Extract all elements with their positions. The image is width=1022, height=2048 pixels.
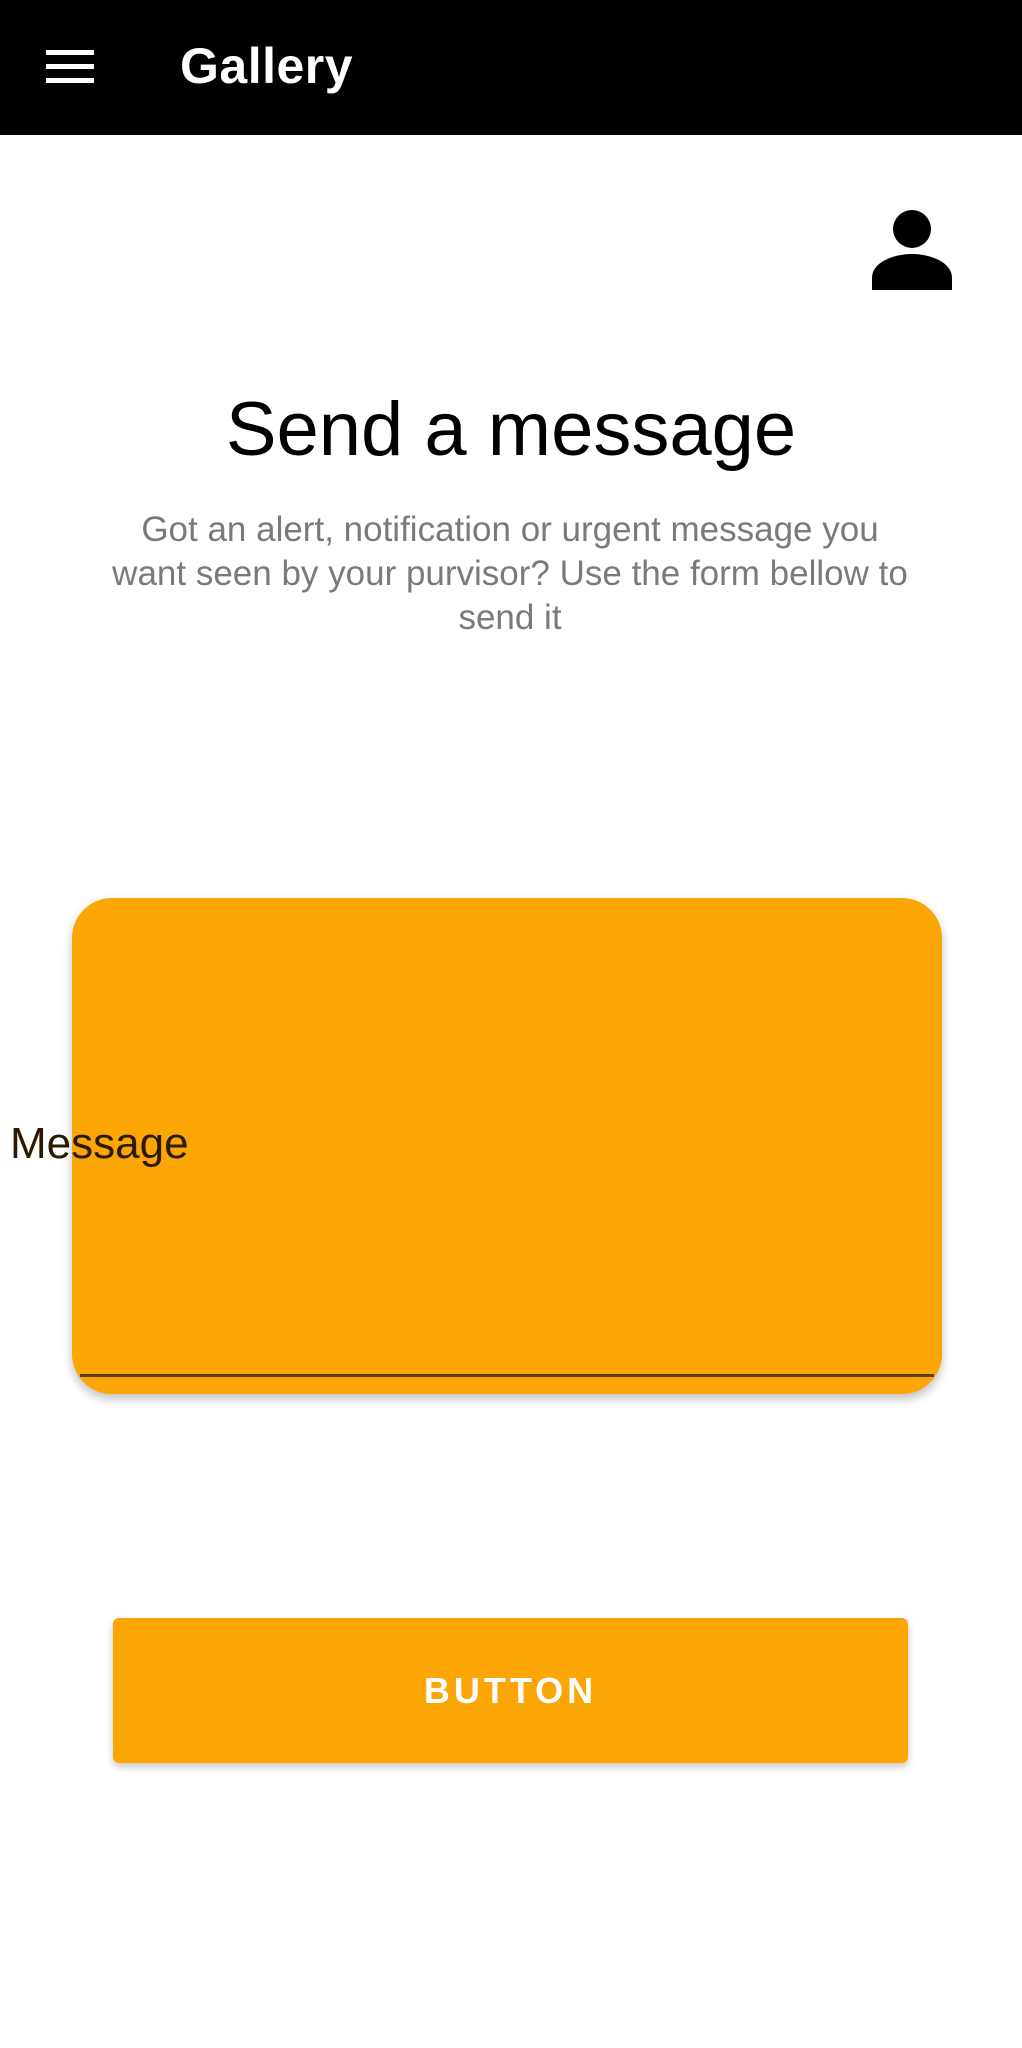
account-person-icon: [872, 210, 952, 290]
message-card: [72, 898, 942, 1394]
hamburger-menu-icon: [46, 50, 94, 83]
send-button[interactable]: BUTTON: [113, 1618, 908, 1763]
message-field[interactable]: [72, 898, 942, 1394]
page-title: Send a message: [225, 387, 797, 472]
profile-button[interactable]: [862, 200, 962, 300]
app-title: Gallery: [180, 38, 354, 94]
menu-button[interactable]: [30, 30, 110, 104]
page-subtitle: Got an alert, notification or urgent mes…: [112, 510, 908, 637]
message-field-underline: [80, 1374, 934, 1377]
app-bar: Gallery: [0, 0, 1022, 135]
